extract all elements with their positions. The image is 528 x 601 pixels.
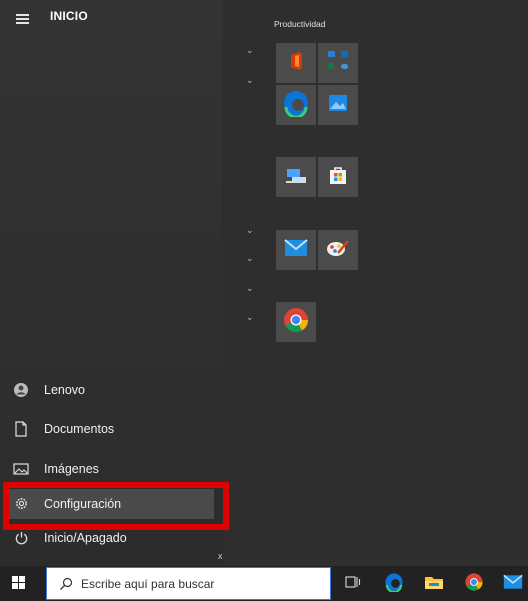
photos-icon	[328, 94, 348, 117]
tile-photos[interactable]	[318, 85, 358, 125]
folder-icon	[424, 574, 444, 595]
taskbar-search-box[interactable]: Escribe aquí para buscar	[46, 567, 331, 600]
task-view-button[interactable]	[343, 574, 363, 594]
left-item-label: Imágenes	[44, 461, 99, 476]
left-item-settings[interactable]: Configuración	[8, 488, 214, 519]
tile-office-apps[interactable]	[318, 43, 358, 83]
left-item-account[interactable]: Lenovo	[0, 370, 222, 410]
tiles-group-title[interactable]: Productividad	[274, 19, 326, 29]
left-item-documents[interactable]: Documentos	[0, 410, 222, 450]
mail-icon	[284, 238, 308, 262]
chrome-icon	[464, 572, 484, 597]
tile-mail[interactable]	[276, 230, 316, 270]
start-tiles-pane	[222, 0, 528, 566]
tile-chrome[interactable]	[276, 302, 316, 342]
left-item-images[interactable]: Imágenes	[0, 449, 222, 489]
store-icon	[328, 165, 348, 190]
close-icon[interactable]: x	[218, 551, 223, 561]
chevron-down-icon[interactable]: ⌄	[246, 313, 256, 322]
search-placeholder: Escribe aquí para buscar	[81, 576, 215, 591]
taskbar-chrome-button[interactable]	[464, 572, 484, 597]
left-item-label: Configuración	[44, 496, 122, 511]
taskbar: Escribe aquí para buscar	[0, 566, 528, 601]
start-left-pane: INICIO Lenovo Documentos Imágenes Config…	[0, 0, 222, 566]
tile-paint[interactable]	[318, 230, 358, 270]
edge-icon	[384, 572, 404, 597]
pc-icon	[284, 165, 308, 190]
search-icon	[59, 577, 73, 591]
left-item-label: Documentos	[44, 422, 115, 437]
left-item-label: Lenovo	[44, 382, 86, 397]
tile-edge[interactable]	[276, 85, 316, 125]
office-icon	[286, 51, 306, 76]
mail-icon	[503, 574, 523, 595]
task-view-icon	[345, 575, 361, 594]
chevron-down-icon[interactable]: ⌄	[246, 226, 256, 235]
chrome-icon	[282, 306, 310, 339]
tile-office[interactable]	[276, 43, 316, 83]
taskbar-mail-button[interactable]	[503, 574, 523, 594]
gear-icon	[12, 495, 30, 513]
edge-icon	[282, 89, 310, 122]
paint-icon	[326, 237, 350, 264]
windows-start-button[interactable]	[12, 576, 26, 590]
user-icon	[12, 381, 30, 399]
start-title: INICIO	[50, 9, 88, 23]
start-menu: INICIO Lenovo Documentos Imágenes Config…	[0, 0, 528, 566]
chevron-down-icon[interactable]: ⌄	[246, 76, 256, 85]
chevron-down-icon[interactable]: ⌄	[246, 254, 256, 263]
document-icon	[12, 420, 30, 438]
left-item-label: Inicio/Apagado	[44, 531, 127, 546]
chevron-down-icon[interactable]: ⌄	[246, 284, 256, 293]
office-apps-icon	[325, 48, 351, 79]
tile-file-explorer[interactable]	[276, 157, 316, 197]
left-item-power[interactable]: Inicio/Apagado	[0, 519, 222, 559]
taskbar-file-explorer-button[interactable]	[424, 574, 444, 594]
hamburger-menu-icon[interactable]	[16, 14, 29, 24]
power-icon	[12, 529, 30, 547]
chevron-down-icon[interactable]: ⌄	[246, 46, 256, 55]
tile-store[interactable]	[318, 157, 358, 197]
images-icon	[12, 460, 30, 478]
taskbar-edge-button[interactable]	[384, 572, 404, 597]
start-left-list: Lenovo Documentos Imágenes Configuración	[0, 370, 222, 558]
